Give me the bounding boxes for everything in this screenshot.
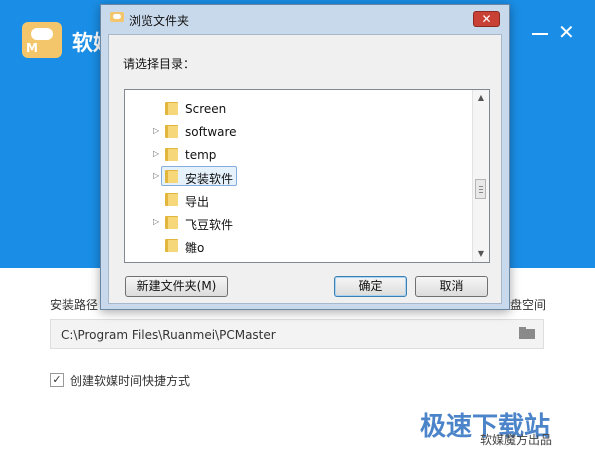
tree-item-label: 雛o xyxy=(185,241,205,255)
scroll-up-icon[interactable]: ▲ xyxy=(473,90,489,106)
tree-scrollbar[interactable]: ▲ ▼ xyxy=(472,90,489,262)
dialog-prompt: 请选择目录： xyxy=(123,57,196,71)
close-icon[interactable]: ✕ xyxy=(558,22,575,42)
tree-item[interactable]: Screen xyxy=(125,98,473,120)
folder-tree[interactable]: Screen ▷ software ▷ temp ▷ 安装软件 导出 ▷ 飞豆软… xyxy=(124,89,490,263)
app-logo-icon: M xyxy=(22,22,62,58)
folder-icon xyxy=(165,193,179,206)
install-path-field[interactable]: C:\Program Files\Ruanmei\PCMaster xyxy=(50,319,544,349)
tree-item-label: 导出 xyxy=(185,195,210,209)
disk-space-label: 盘空间 xyxy=(510,298,547,312)
tree-item-label: temp xyxy=(185,148,217,162)
tree-item-selected[interactable]: ▷ 安装软件 xyxy=(125,166,473,188)
expand-arrow-icon[interactable]: ▷ xyxy=(153,149,159,158)
minimize-icon[interactable] xyxy=(532,33,548,35)
tree-item-label: software xyxy=(185,125,237,139)
expand-arrow-icon[interactable]: ▷ xyxy=(153,126,159,135)
tree-item[interactable]: ▷ temp xyxy=(125,144,473,166)
install-path-label: 安装路径 xyxy=(50,298,99,312)
folder-browse-icon[interactable] xyxy=(519,327,535,339)
tree-item-label: Screen xyxy=(185,102,227,116)
tree-item-label: 飞豆软件 xyxy=(185,218,234,232)
expand-arrow-icon[interactable]: ▷ xyxy=(153,171,159,180)
dialog-close-button[interactable]: ✕ xyxy=(473,11,500,27)
folder-icon xyxy=(165,102,179,115)
folder-icon xyxy=(165,216,179,229)
cancel-button[interactable]: 取消 xyxy=(415,276,488,297)
watermark-subtext: 软媒魔方出品 xyxy=(480,433,553,447)
dialog-client-area: 请选择目录： Screen ▷ software ▷ temp ▷ 安装软件 导… xyxy=(108,34,502,304)
ok-button[interactable]: 确定 xyxy=(334,276,407,297)
tree-item[interactable]: 雛o xyxy=(125,235,473,257)
install-path-value: C:\Program Files\Ruanmei\PCMaster xyxy=(61,328,276,342)
folder-icon xyxy=(165,125,179,138)
browse-folder-dialog: 浏览文件夹 ✕ 请选择目录： Screen ▷ software ▷ temp … xyxy=(100,4,510,310)
folder-icon xyxy=(165,170,179,183)
shortcut-checkbox-label[interactable]: 创建软媒时间快捷方式 xyxy=(70,372,190,389)
tree-item[interactable]: 导出 xyxy=(125,189,473,211)
dialog-app-icon xyxy=(110,12,124,24)
tree-item-label: 安装软件 xyxy=(185,172,234,186)
expand-arrow-icon[interactable]: ▷ xyxy=(153,217,159,226)
dialog-titlebar[interactable]: 浏览文件夹 ✕ xyxy=(101,5,509,33)
tree-item[interactable]: ▷ 飞豆软件 xyxy=(125,212,473,234)
scroll-thumb[interactable] xyxy=(475,179,486,199)
folder-icon xyxy=(165,239,179,252)
shortcut-checkbox[interactable]: ✓ xyxy=(50,373,64,387)
new-folder-button[interactable]: 新建文件夹(M) xyxy=(125,276,228,297)
dialog-title: 浏览文件夹 xyxy=(129,14,190,28)
tree-item[interactable]: ▷ software xyxy=(125,121,473,143)
folder-icon xyxy=(165,148,179,161)
scroll-down-icon[interactable]: ▼ xyxy=(473,246,489,262)
